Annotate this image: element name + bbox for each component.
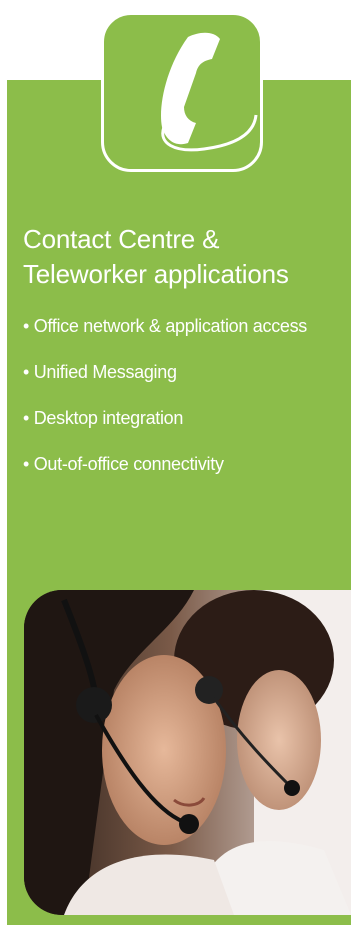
feature-item: Out-of-office connectivity bbox=[23, 452, 349, 498]
heading-line-1: Contact Centre & bbox=[23, 224, 220, 254]
section-heading: Contact Centre & Teleworker applications bbox=[23, 222, 343, 292]
phone-icon-tile bbox=[101, 12, 263, 172]
feature-item: Unified Messaging bbox=[23, 360, 349, 406]
feature-list: Office network & application access Unif… bbox=[23, 314, 349, 498]
feature-item: Office network & application access bbox=[23, 314, 349, 360]
heading-line-2: Teleworker applications bbox=[23, 259, 289, 289]
headset-agents-photo bbox=[24, 590, 351, 915]
feature-item: Desktop integration bbox=[23, 406, 349, 452]
telephone-handset-icon bbox=[161, 32, 258, 152]
